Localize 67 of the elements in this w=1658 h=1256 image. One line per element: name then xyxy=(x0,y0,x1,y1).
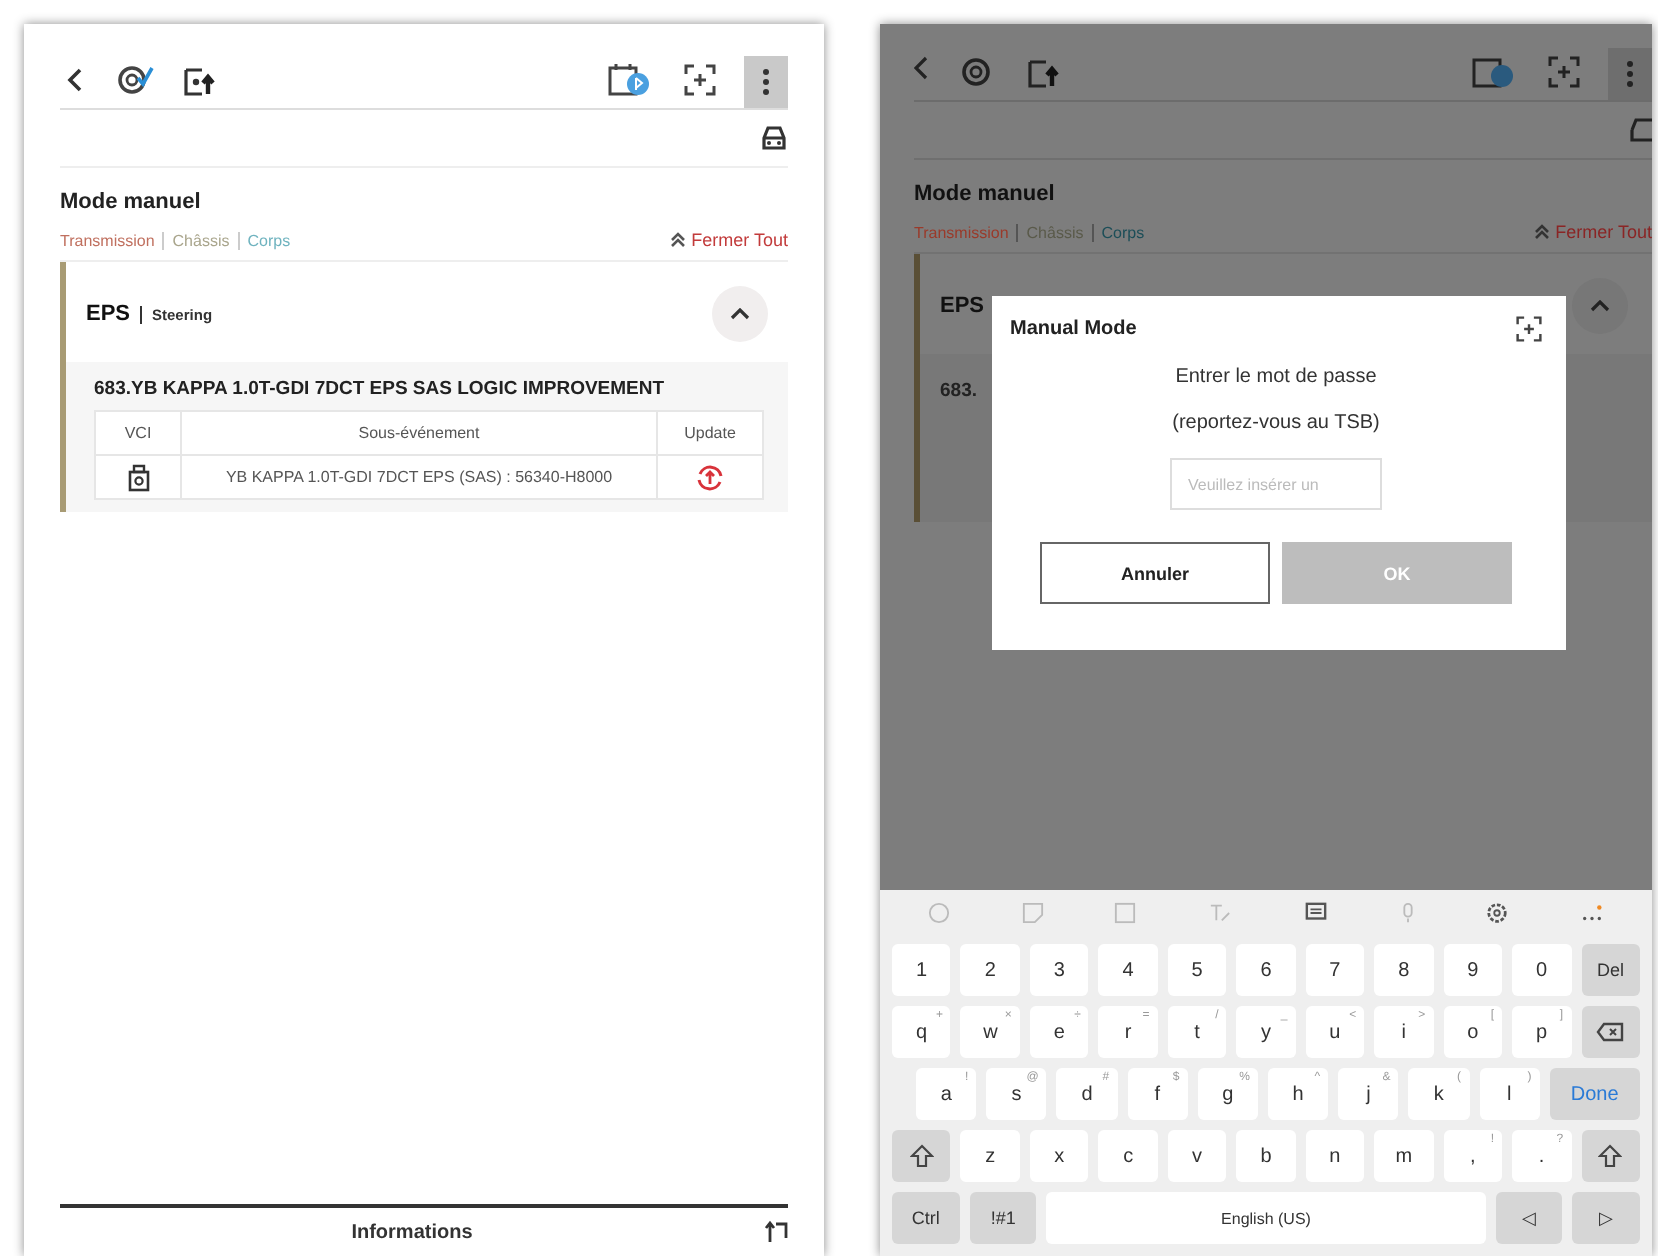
dialog-button[interactable]: Annuler xyxy=(1040,542,1270,604)
keyboard-key[interactable]: 0 xyxy=(1512,944,1572,996)
keyboard-key[interactable]: ◁ xyxy=(1495,1192,1563,1244)
keyboard-key[interactable]: 8 xyxy=(1374,944,1434,996)
expand-icon[interactable] xyxy=(1516,316,1542,342)
chevron-icon xyxy=(730,308,750,320)
keyboard-key[interactable]: ▷ xyxy=(1572,1192,1641,1244)
close-all-link[interactable]: Fermer Tout xyxy=(669,230,788,250)
category-link[interactable]: Transmission xyxy=(60,231,155,249)
keyboard-key[interactable]: 9 xyxy=(1443,944,1503,996)
clipboard-icon[interactable] xyxy=(1303,901,1328,923)
page-title: Mode manuel xyxy=(60,190,203,214)
informations-tab[interactable]: Informations xyxy=(351,1222,473,1244)
keyboard-key[interactable]: m xyxy=(1374,1130,1434,1182)
vci-device-icon xyxy=(127,463,149,491)
expand-icon[interactable] xyxy=(1548,56,1580,88)
keyboard-key[interactable]: 3 xyxy=(1029,944,1089,996)
kebab-icon xyxy=(762,68,770,96)
keyboard-key[interactable]: 1 xyxy=(892,944,951,996)
keyboard-key[interactable]: 2 xyxy=(960,944,1020,996)
collapse-button[interactable] xyxy=(712,286,768,342)
section-name: EPS xyxy=(86,302,131,326)
keyboard-key[interactable]: n xyxy=(1305,1130,1365,1182)
table-cell: YB KAPPA 1.0T-GDI 7DCT EPS (SAS) : 56340-H8000 xyxy=(181,455,657,499)
corner-arrow-icon[interactable] xyxy=(764,1220,788,1244)
event-title: 683. xyxy=(940,380,977,402)
screen-upload-icon[interactable] xyxy=(182,62,218,98)
keyboard-key[interactable]: v xyxy=(1167,1130,1227,1182)
kebab-icon xyxy=(1626,60,1634,88)
column-header: VCI xyxy=(95,411,181,455)
dialog-title: Manual Mode xyxy=(1010,318,1137,340)
column-header: Update xyxy=(657,411,763,455)
keyboard-key[interactable]: !#1 xyxy=(969,1192,1037,1244)
keyboard-key[interactable]: z xyxy=(960,1130,1020,1182)
keyboard-key[interactable]: Del xyxy=(1581,944,1640,996)
keyboard-key[interactable]: 6 xyxy=(1236,944,1296,996)
keyboard-key[interactable] xyxy=(892,1130,951,1182)
keyboard-key[interactable]: 5 xyxy=(1167,944,1227,996)
event-title: 683.YB KAPPA 1.0T-GDI 7DCT EPS SAS LOGIC IMPROVEMENT xyxy=(94,378,667,400)
shift-icon xyxy=(1598,1144,1623,1168)
update-icon[interactable] xyxy=(694,461,726,493)
keyboard-key[interactable]: x xyxy=(1029,1130,1089,1182)
password-field[interactable]: Veuillez insérer un xyxy=(1170,458,1382,510)
dialog-message: Entrer le mot de passe xyxy=(1175,366,1377,388)
keyboard-key[interactable]: 7 xyxy=(1305,944,1365,996)
chevron-icon xyxy=(1590,300,1610,312)
more-icon[interactable] xyxy=(1580,901,1605,923)
collapse-button[interactable] xyxy=(1572,278,1628,334)
dialog-note: (reportez-vous au TSB) xyxy=(1172,412,1380,434)
keyboard-key[interactable]: 4 xyxy=(1098,944,1158,996)
keyboard-key[interactable] xyxy=(1581,1130,1640,1182)
column-header: Sous-événement xyxy=(181,411,657,455)
keyboard-key[interactable] xyxy=(1581,1006,1640,1058)
more-menu-button[interactable] xyxy=(1608,48,1652,100)
settings-icon[interactable] xyxy=(1486,901,1509,923)
keyboard-key[interactable]: English (US) xyxy=(1046,1192,1486,1244)
section-name: EPS xyxy=(940,294,985,318)
keyboard-key[interactable]: Ctrl xyxy=(892,1192,960,1244)
expand-icon[interactable] xyxy=(684,64,716,96)
double-chevron-up-icon xyxy=(669,232,686,248)
double-chevron-up-icon xyxy=(1533,224,1550,240)
keyboard-key[interactable]: c xyxy=(1098,1130,1158,1182)
more-menu-button[interactable] xyxy=(744,56,788,108)
backspace-icon xyxy=(1596,1022,1625,1042)
keyboard-key[interactable]: b xyxy=(1236,1130,1296,1182)
page-title: Mode manuel xyxy=(914,182,1057,206)
shift-icon xyxy=(909,1144,934,1168)
